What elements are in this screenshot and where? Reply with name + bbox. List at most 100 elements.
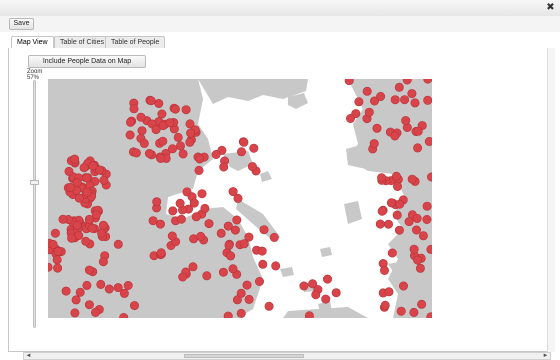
city-marker[interactable] (70, 308, 80, 318)
city-marker[interactable] (84, 300, 94, 310)
city-marker[interactable] (390, 95, 400, 105)
city-marker[interactable] (154, 98, 164, 108)
city-marker[interactable] (130, 301, 140, 311)
city-marker[interactable] (200, 203, 210, 213)
city-marker[interactable] (398, 281, 408, 291)
city-marker[interactable] (392, 210, 402, 220)
city-marker[interactable] (255, 277, 265, 287)
city-marker[interactable] (191, 212, 201, 222)
city-marker[interactable] (131, 148, 141, 158)
city-marker[interactable] (70, 154, 80, 164)
horizontal-scrollbar[interactable]: ◄ ► (23, 352, 551, 360)
city-marker[interactable] (426, 244, 432, 254)
city-marker[interactable] (422, 201, 432, 211)
city-marker[interactable] (123, 281, 133, 291)
city-marker[interactable] (71, 295, 81, 305)
city-marker[interactable] (344, 79, 354, 86)
city-marker[interactable] (53, 263, 63, 273)
city-marker[interactable] (87, 223, 97, 233)
city-marker[interactable] (204, 219, 214, 229)
tab-table-of-people[interactable]: Table of People (105, 36, 166, 48)
city-marker[interactable] (331, 288, 341, 298)
city-marker[interactable] (99, 175, 109, 185)
city-marker[interactable] (96, 279, 106, 289)
close-icon[interactable]: ✖ (545, 2, 556, 13)
city-marker[interactable] (202, 271, 212, 281)
city-marker[interactable] (178, 272, 188, 282)
city-marker[interactable] (175, 198, 185, 208)
city-marker[interactable] (216, 228, 226, 238)
scroll-right-arrow-icon[interactable]: ► (542, 353, 549, 359)
city-marker[interactable] (257, 246, 267, 256)
city-marker[interactable] (157, 109, 167, 119)
city-marker[interactable] (137, 126, 147, 136)
save-button[interactable]: Save (9, 18, 34, 30)
city-marker[interactable] (395, 199, 405, 209)
city-marker[interactable] (167, 231, 177, 241)
city-marker[interactable] (418, 231, 428, 241)
city-marker[interactable] (146, 96, 156, 106)
city-marker[interactable] (113, 239, 123, 249)
city-marker[interactable] (81, 236, 91, 246)
city-marker[interactable] (228, 187, 238, 197)
city-marker[interactable] (84, 214, 94, 224)
city-marker[interactable] (409, 307, 419, 317)
city-marker[interactable] (98, 257, 108, 267)
city-marker[interactable] (417, 299, 427, 309)
city-marker[interactable] (271, 261, 281, 271)
city-marker[interactable] (424, 137, 432, 146)
city-marker[interactable] (237, 147, 247, 157)
city-marker[interactable] (226, 251, 236, 261)
city-marker[interactable] (90, 307, 100, 317)
city-marker[interactable] (264, 301, 274, 311)
city-marker[interactable] (156, 153, 166, 163)
city-marker[interactable] (375, 219, 385, 229)
city-marker[interactable] (392, 182, 402, 192)
city-marker[interactable] (401, 116, 411, 126)
city-marker[interactable] (391, 171, 401, 181)
city-marker[interactable] (189, 198, 199, 208)
city-marker[interactable] (383, 219, 393, 229)
city-marker[interactable] (404, 217, 414, 227)
city-marker[interactable] (372, 123, 382, 133)
city-marker[interactable] (412, 213, 422, 223)
city-marker[interactable] (139, 138, 149, 148)
city-marker[interactable] (48, 239, 58, 249)
city-marker[interactable] (218, 267, 228, 277)
city-marker[interactable] (269, 232, 279, 242)
city-marker[interactable] (126, 117, 136, 127)
city-marker[interactable] (176, 214, 186, 224)
city-marker[interactable] (156, 248, 166, 258)
city-marker[interactable] (170, 104, 180, 114)
city-marker[interactable] (415, 263, 425, 273)
city-marker[interactable] (97, 228, 107, 238)
city-marker[interactable] (113, 283, 123, 293)
city-marker[interactable] (52, 255, 62, 265)
city-marker[interactable] (394, 82, 404, 92)
city-marker[interactable] (185, 137, 195, 147)
city-marker[interactable] (377, 173, 387, 183)
city-marker[interactable] (74, 193, 84, 203)
city-marker[interactable] (239, 137, 249, 147)
city-marker[interactable] (195, 154, 205, 164)
city-marker[interactable] (148, 216, 158, 226)
vertical-scrollbar[interactable] (547, 48, 555, 352)
city-marker[interactable] (244, 294, 254, 304)
city-marker[interactable] (247, 162, 257, 172)
city-marker[interactable] (53, 247, 63, 257)
city-marker[interactable] (299, 281, 309, 291)
city-marker[interactable] (384, 287, 394, 297)
horizontal-scroll-thumb[interactable] (184, 354, 304, 358)
city-marker[interactable] (196, 231, 206, 241)
city-marker[interactable] (322, 274, 332, 284)
city-marker[interactable] (72, 220, 82, 230)
city-marker[interactable] (125, 130, 135, 140)
city-marker[interactable] (396, 306, 406, 316)
city-marker[interactable] (244, 232, 254, 242)
city-marker[interactable] (50, 228, 60, 238)
city-marker[interactable] (410, 98, 420, 108)
city-marker[interactable] (236, 308, 246, 318)
city-marker[interactable] (168, 144, 178, 154)
zoom-slider-track[interactable] (33, 80, 36, 328)
city-marker[interactable] (219, 162, 229, 172)
